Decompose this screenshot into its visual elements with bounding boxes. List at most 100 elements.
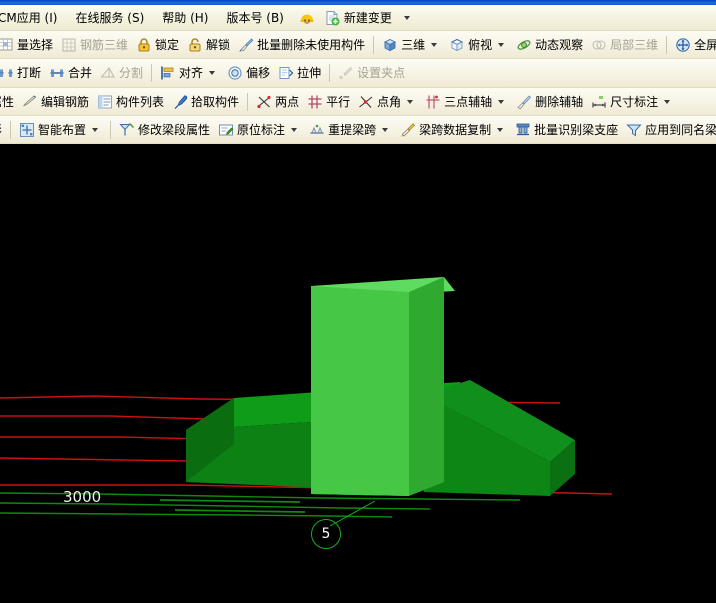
- chevron-down-icon[interactable]: [403, 15, 410, 20]
- chevron-down-icon[interactable]: [431, 42, 438, 47]
- component-list-label: 构件列表: [116, 94, 165, 109]
- dynamic-observe-button[interactable]: 动态观察: [512, 33, 587, 57]
- batch-delete-unused-label: 批量删除未使用构件: [257, 37, 366, 52]
- chevron-down-icon[interactable]: [498, 42, 505, 47]
- toolbar-separator: [10, 120, 12, 139]
- edit-rebar-label: 编辑钢筋: [41, 94, 90, 109]
- re-extract-span-label: 重提梁跨: [328, 122, 377, 137]
- merge-button[interactable]: 合并: [45, 61, 96, 85]
- three-point-axis-label: 三点辅轴: [444, 94, 493, 109]
- toolbar-row-edit: 打断 合并 分割 对齐 偏移 拉伸 设置夹点: [0, 59, 716, 88]
- align-label: 对齐: [179, 66, 204, 80]
- copy-span-data-icon: [401, 122, 416, 137]
- dimension-button[interactable]: 尺寸标注: [587, 90, 678, 114]
- three-point-axis-button[interactable]: 三点辅轴: [421, 90, 512, 114]
- dynamic-observe-label: 动态观察: [535, 37, 584, 52]
- lock-icon: [138, 37, 150, 51]
- offset-button[interactable]: 偏移: [223, 61, 274, 85]
- top-view-button[interactable]: 俯视: [445, 33, 512, 57]
- delete-axis-button[interactable]: 删除辅轴: [512, 90, 587, 114]
- unlock-icon: [189, 37, 201, 51]
- pick-component-button[interactable]: 拾取构件: [168, 90, 243, 114]
- modify-beam-segment-button[interactable]: 修改梁段属性: [115, 118, 214, 142]
- chevron-down-icon[interactable]: [407, 99, 414, 104]
- properties-button[interactable]: 属性: [0, 90, 18, 114]
- menu-help[interactable]: 帮助 (H): [153, 6, 217, 29]
- apply-to-same-name-beam-label: 应用到同名梁: [645, 122, 716, 137]
- new-document-icon[interactable]: [324, 10, 340, 26]
- 3d-model-viewport[interactable]: 3000 5: [0, 144, 716, 603]
- fullscreen-icon: [676, 37, 690, 52]
- helmet-avatar-icon[interactable]: [299, 10, 315, 26]
- toolbar-row-properties: 属性 编辑钢筋 构件列表 拾取构件: [0, 88, 716, 116]
- stretch-label: 拉伸: [297, 66, 322, 80]
- orbit-icon: [517, 39, 531, 50]
- chevron-down-icon[interactable]: [382, 127, 389, 132]
- split-button[interactable]: 分割: [96, 61, 147, 85]
- chevron-down-icon[interactable]: [497, 127, 504, 132]
- stretch-button[interactable]: 拉伸: [274, 61, 325, 85]
- properties-label: 属性: [0, 94, 15, 109]
- offset-label: 偏移: [246, 66, 271, 80]
- re-extract-span-icon: [310, 124, 324, 134]
- in-place-annotation-icon: [219, 124, 234, 135]
- unlock-button[interactable]: 解锁: [183, 33, 234, 57]
- batch-delete-unused-button[interactable]: 批量删除未使用构件: [234, 33, 369, 57]
- delete-axis-label: 删除辅轴: [535, 94, 584, 109]
- toolbar-separator: [247, 92, 249, 111]
- rebar-3d-icon: [62, 38, 76, 51]
- apply-same-name-icon: [626, 124, 642, 136]
- rebar-3d-button[interactable]: 钢筋三维: [57, 33, 132, 57]
- batch-identify-support-icon: [516, 123, 530, 135]
- in-place-annotation-button[interactable]: 原位标注: [214, 118, 305, 142]
- batch-select-button[interactable]: 量选择: [0, 33, 57, 57]
- parallel-button[interactable]: 平行: [303, 90, 354, 114]
- split-icon: [100, 67, 115, 78]
- view-3d-button[interactable]: 三维: [378, 33, 445, 57]
- copy-span-data-button[interactable]: 梁跨数据复制: [396, 118, 511, 142]
- two-point-label: 两点: [275, 94, 300, 109]
- column-side-face: [409, 277, 444, 496]
- cube-3d-icon: [384, 38, 397, 51]
- lock-button[interactable]: 锁定: [132, 33, 183, 57]
- menu-online-service[interactable]: 在线服务 (S): [66, 6, 153, 29]
- toolbar-separator: [110, 120, 112, 139]
- component-list-button[interactable]: 构件列表: [93, 90, 168, 114]
- axis-bubble-5[interactable]: 5: [311, 519, 341, 549]
- rebar-3d-label: 钢筋三维: [80, 37, 129, 52]
- apply-to-same-name-beam-button[interactable]: 应用到同名梁: [622, 118, 716, 142]
- local-3d-button[interactable]: 局部三维: [587, 33, 662, 57]
- point-angle-button[interactable]: 点角: [354, 90, 421, 114]
- smart-layout-label: 智能布置: [38, 122, 87, 137]
- set-grip-point-label: 设置夹点: [357, 66, 406, 80]
- axis-bubble-label: 5: [321, 526, 331, 542]
- set-grip-point-button[interactable]: 设置夹点: [334, 61, 409, 85]
- top-view-icon: [450, 38, 464, 51]
- new-change-label[interactable]: 新建变更: [340, 6, 401, 29]
- break-icon: [0, 69, 13, 77]
- shadow-button[interactable]: 影: [0, 118, 6, 142]
- smart-layout-button[interactable]: 智能布置: [15, 118, 106, 142]
- column-front-main: [311, 286, 409, 496]
- break-button[interactable]: 打断: [0, 61, 45, 85]
- batch-identify-support-button[interactable]: 批量识别梁支座: [511, 118, 622, 142]
- fullscreen-button[interactable]: 全屏: [671, 33, 716, 57]
- chevron-down-icon[interactable]: [664, 99, 671, 104]
- two-point-icon: [257, 95, 271, 108]
- menu-bim-app[interactable]: CM应用 (I): [0, 6, 66, 29]
- two-point-button[interactable]: 两点: [252, 90, 303, 114]
- chevron-down-icon[interactable]: [498, 99, 505, 104]
- local-3d-label: 局部三维: [610, 37, 659, 52]
- chevron-down-icon[interactable]: [209, 71, 216, 75]
- align-icon: [161, 66, 174, 80]
- align-button[interactable]: 对齐: [156, 61, 223, 85]
- menu-version[interactable]: 版本号 (B): [217, 6, 292, 29]
- pick-component-icon: [174, 94, 188, 109]
- re-extract-span-button[interactable]: 重提梁跨: [305, 118, 396, 142]
- edit-rebar-button[interactable]: 编辑钢筋: [18, 90, 93, 114]
- edit-rebar-icon: [23, 94, 37, 106]
- batch-select-label: 量选择: [17, 37, 54, 52]
- toolbar-separator: [666, 35, 668, 54]
- chevron-down-icon[interactable]: [92, 127, 99, 132]
- chevron-down-icon[interactable]: [291, 127, 298, 132]
